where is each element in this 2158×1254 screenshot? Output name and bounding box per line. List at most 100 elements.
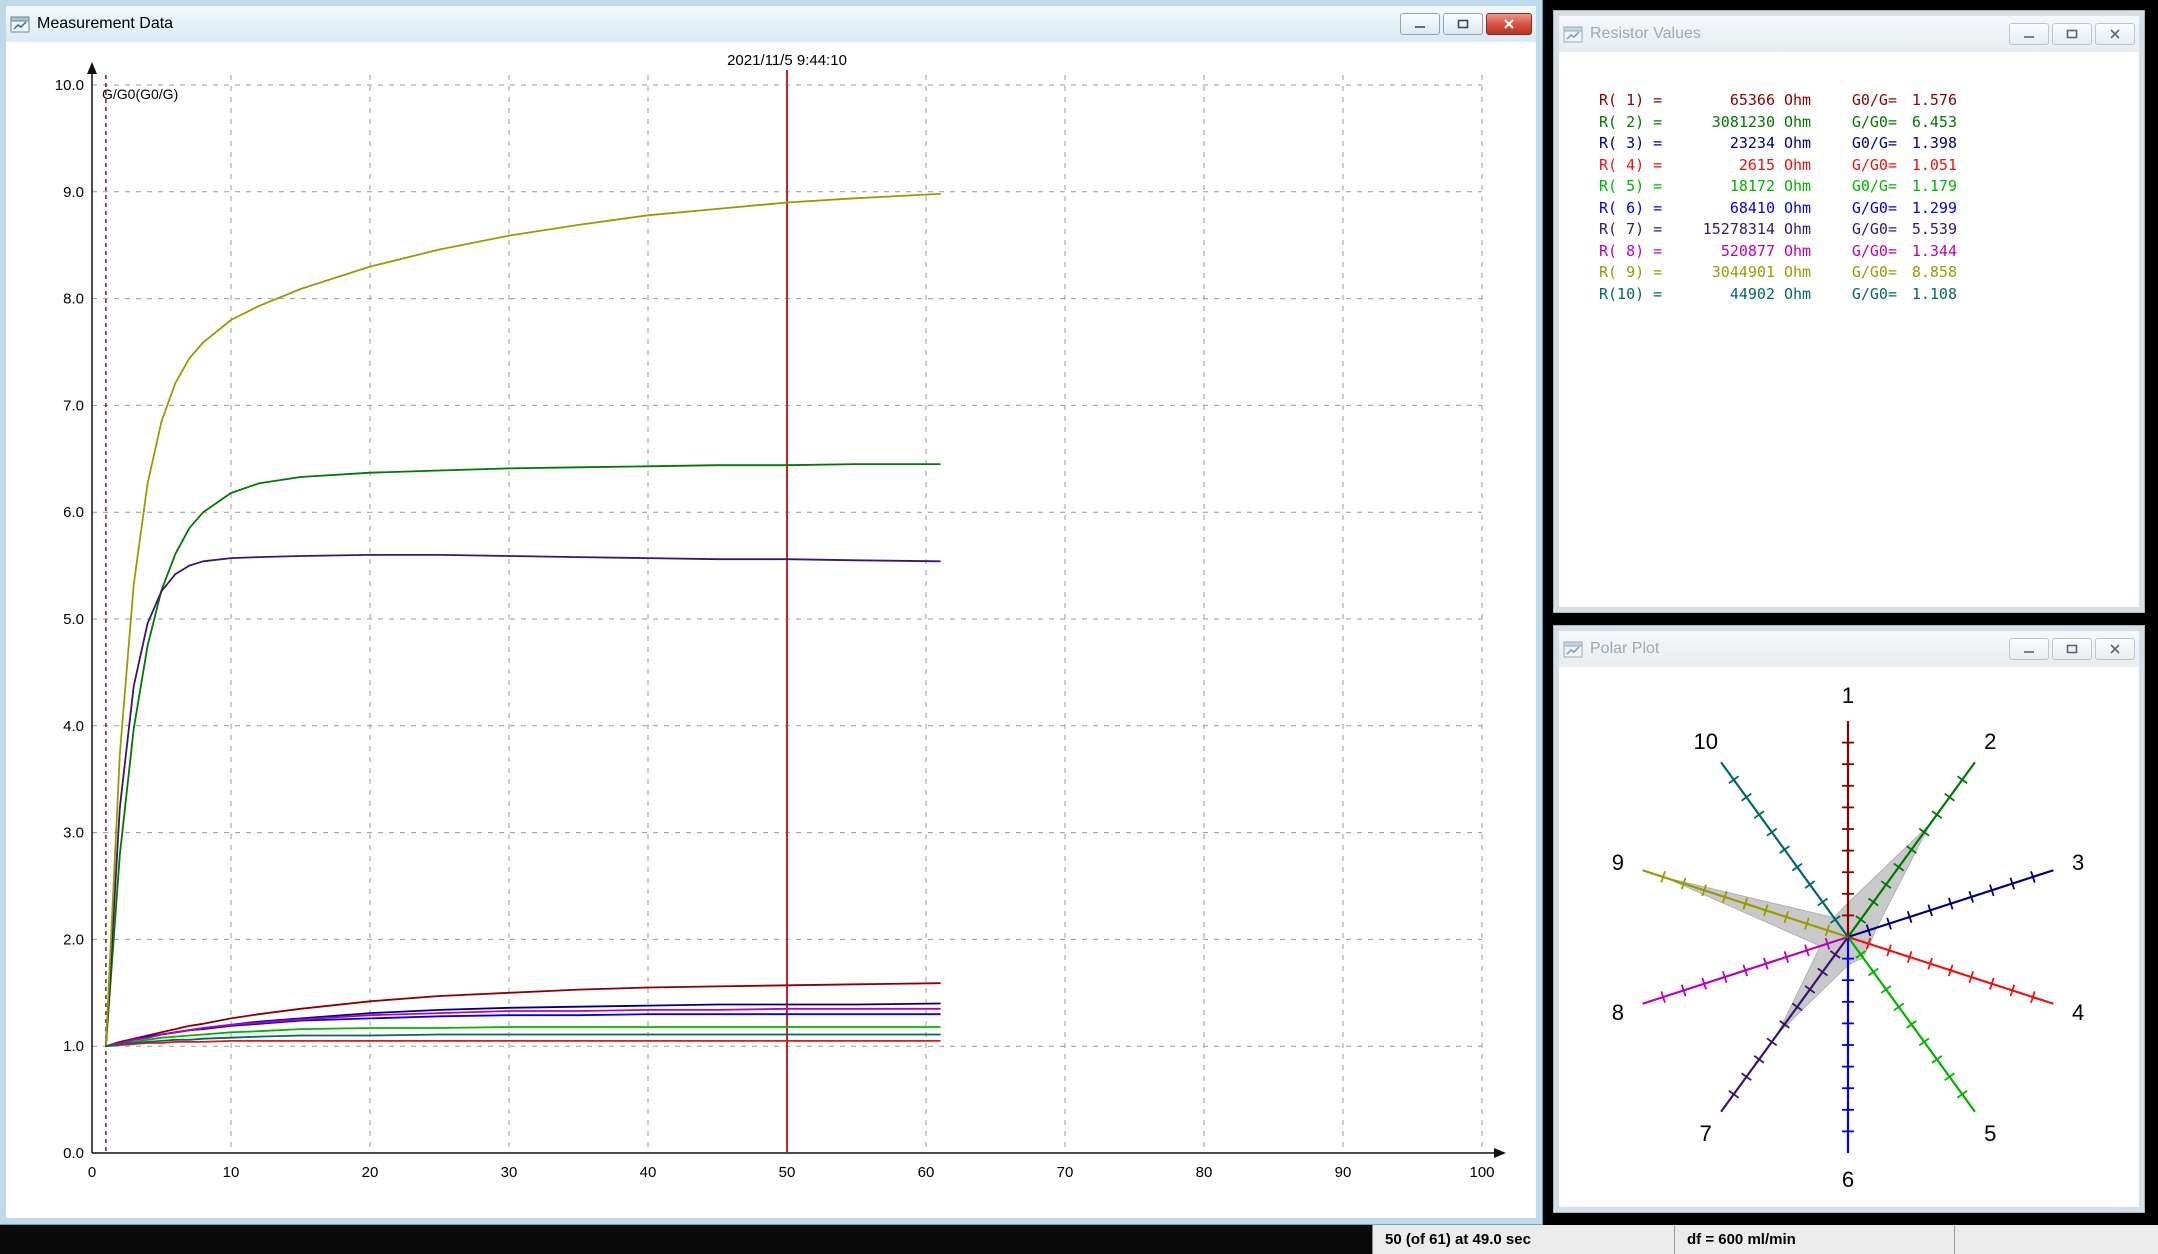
svg-text:3: 3 (2072, 850, 2084, 875)
status-panel: 50 (of 61) at 49.0 sec df = 600 ml/min (1372, 1225, 2158, 1254)
svg-text:7.0: 7.0 (63, 397, 84, 414)
status-sample-progress: 50 (of 61) at 49.0 sec (1373, 1225, 1675, 1254)
r-ratio: 6.453 (1897, 112, 1957, 134)
r-ohms: 23234 (1663, 133, 1775, 155)
resistor-row: R( 5) =18172OhmG0/G=1.179 (1599, 176, 2139, 198)
svg-text:7: 7 (1700, 1121, 1712, 1146)
polar-plot-window: Polar Plot 12345678910 (1554, 626, 2144, 1212)
r-unit: Ohm (1775, 133, 1819, 155)
svg-text:80: 80 (1196, 1164, 1213, 1181)
r-ohms: 18172 (1663, 176, 1775, 198)
measurement-client: 0.01.02.03.04.05.06.07.08.09.010.0010203… (6, 42, 1536, 1218)
measurement-close-button[interactable] (1486, 13, 1532, 35)
r-ratio: 1.179 (1897, 176, 1957, 198)
r-unit: Ohm (1775, 198, 1819, 220)
svg-text:0: 0 (88, 1164, 96, 1181)
resistor-minimize-button[interactable] (2009, 23, 2049, 45)
r-rlabel: G/G0= (1819, 284, 1897, 306)
r-ratio: 1.051 (1897, 155, 1957, 177)
r-ratio: 1.344 (1897, 241, 1957, 263)
svg-text:8.0: 8.0 (63, 291, 84, 308)
r-rlabel: G0/G= (1819, 176, 1897, 198)
svg-text:70: 70 (1057, 1164, 1074, 1181)
r-ratio: 8.858 (1897, 262, 1957, 284)
minimize-icon (2023, 29, 2035, 39)
r-ratio: 1.576 (1897, 90, 1957, 112)
resistor-row: R( 8) =520877OhmG/G0=1.344 (1599, 241, 2139, 263)
window-controls (2006, 23, 2135, 45)
close-icon (2109, 29, 2121, 39)
polar-maximize-button[interactable] (2052, 638, 2092, 660)
svg-text:5.0: 5.0 (63, 611, 84, 628)
r-unit: Ohm (1775, 219, 1819, 241)
maximize-icon (1457, 19, 1469, 29)
resistor-maximize-button[interactable] (2052, 23, 2092, 45)
svg-text:2: 2 (1984, 729, 1996, 754)
svg-text:100: 100 (1469, 1164, 1494, 1181)
svg-text:50: 50 (779, 1164, 796, 1181)
minimize-icon (2023, 644, 2035, 654)
r-ratio: 1.299 (1897, 198, 1957, 220)
maximize-icon (2066, 29, 2078, 39)
r-label: R(10) = (1599, 284, 1663, 306)
polar-close-button[interactable] (2095, 638, 2135, 660)
r-unit: Ohm (1775, 176, 1819, 198)
minimize-icon (1414, 19, 1426, 29)
r-rlabel: G/G0= (1819, 219, 1897, 241)
r-unit: Ohm (1775, 241, 1819, 263)
r-rlabel: G/G0= (1819, 241, 1897, 263)
r-unit: Ohm (1775, 262, 1819, 284)
r-unit: Ohm (1775, 90, 1819, 112)
svg-text:2.0: 2.0 (63, 931, 84, 948)
resistor-row: R( 6) =68410OhmG/G0=1.299 (1599, 198, 2139, 220)
r-ohms: 2615 (1663, 155, 1775, 177)
r-label: R( 4) = (1599, 155, 1663, 177)
resistor-row: R( 9) =3044901OhmG/G0=8.858 (1599, 262, 2139, 284)
window-controls (2006, 638, 2135, 660)
resistor-client: R( 1) =65366OhmG0/G=1.576R( 2) =3081230O… (1559, 52, 2139, 607)
r-label: R( 9) = (1599, 262, 1663, 284)
r-rlabel: G/G0= (1819, 155, 1897, 177)
resistor-close-button[interactable] (2095, 23, 2135, 45)
svg-text:G/G0(G0/G): G/G0(G0/G) (102, 86, 178, 102)
close-icon (2109, 644, 2121, 654)
r-rlabel: G/G0= (1819, 198, 1897, 220)
svg-text:5: 5 (1984, 1121, 1996, 1146)
resistor-row: R(10) =44902OhmG/G0=1.108 (1599, 284, 2139, 306)
window-icon (1563, 26, 1583, 43)
r-rlabel: G0/G= (1819, 90, 1897, 112)
resistor-row: R( 2) =3081230OhmG/G0=6.453 (1599, 112, 2139, 134)
window-title: Measurement Data (37, 15, 173, 33)
r-label: R( 5) = (1599, 176, 1663, 198)
window-controls (1397, 13, 1532, 35)
resistor-titlebar[interactable]: Resistor Values (1559, 16, 2139, 52)
window-icon (1563, 641, 1583, 658)
svg-text:10: 10 (223, 1164, 240, 1181)
polar-chart: 12345678910 (1559, 667, 2139, 1207)
polar-titlebar[interactable]: Polar Plot (1559, 631, 2139, 667)
resistor-row: R( 3) =23234OhmG0/G=1.398 (1599, 133, 2139, 155)
r-ohms: 65366 (1663, 90, 1775, 112)
polar-client: 12345678910 (1559, 667, 2139, 1207)
r-ratio: 1.398 (1897, 133, 1957, 155)
r-label: R( 1) = (1599, 90, 1663, 112)
svg-text:90: 90 (1335, 1164, 1352, 1181)
measurement-titlebar[interactable]: Measurement Data (6, 6, 1536, 42)
r-rlabel: G0/G= (1819, 133, 1897, 155)
window-icon (10, 16, 30, 33)
status-bar: 50 (of 61) at 49.0 sec df = 600 ml/min (0, 1225, 2158, 1254)
measurement-minimize-button[interactable] (1400, 13, 1440, 35)
measurement-maximize-button[interactable] (1443, 13, 1483, 35)
r-ohms: 3081230 (1663, 112, 1775, 134)
svg-text:20: 20 (362, 1164, 379, 1181)
polar-minimize-button[interactable] (2009, 638, 2049, 660)
status-flow-rate: df = 600 ml/min (1675, 1225, 1955, 1254)
measurement-chart[interactable]: 0.01.02.03.04.05.06.07.08.09.010.0010203… (6, 42, 1536, 1218)
status-empty-cell (1955, 1225, 2158, 1254)
svg-text:1.0: 1.0 (63, 1038, 84, 1055)
svg-text:4: 4 (2072, 1000, 2084, 1025)
r-rlabel: G/G0= (1819, 112, 1897, 134)
r-ratio: 1.108 (1897, 284, 1957, 306)
svg-text:1: 1 (1842, 683, 1854, 708)
r-label: R( 7) = (1599, 219, 1663, 241)
